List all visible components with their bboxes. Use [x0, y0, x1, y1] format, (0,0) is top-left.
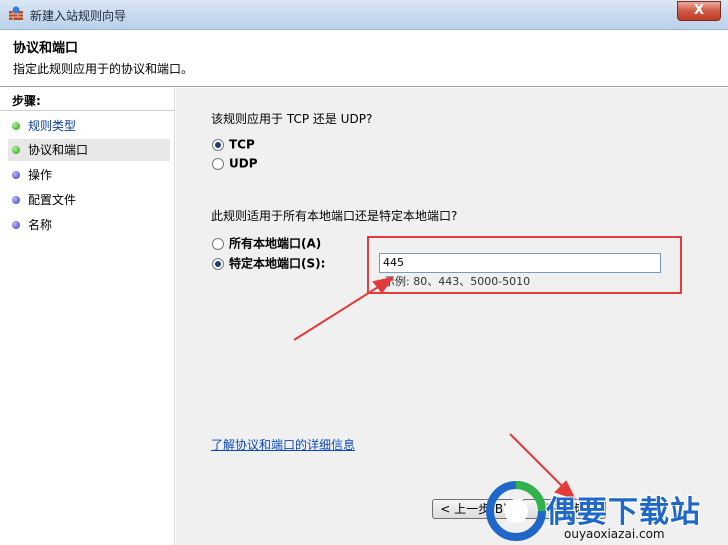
radio-indicator[interactable] — [212, 157, 224, 170]
step-profile: 配置文件 — [8, 189, 170, 211]
watermark: 偶要下载站 ouyaoxiazai.com — [486, 479, 728, 545]
page-header: 协议和端口 指定此规则应用于的协议和端口。 — [0, 30, 728, 87]
radio-indicator[interactable] — [212, 237, 224, 250]
radio-tcp[interactable]: TCP — [212, 135, 255, 153]
close-button[interactable]: X — [677, 1, 721, 21]
radio-label: 特定本地端口(S): — [229, 256, 326, 271]
radio-specific-ports[interactable]: 特定本地端口(S): — [212, 254, 325, 272]
page-subtitle: 指定此规则应用于的协议和端口。 — [13, 62, 194, 76]
step-label: 操作 — [28, 168, 53, 182]
step-label: 协议和端口 — [28, 143, 89, 157]
divider — [0, 110, 175, 111]
watermark-url: ouyaoxiazai.com — [564, 527, 665, 541]
radio-udp[interactable]: UDP — [212, 154, 258, 172]
step-name: 名称 — [8, 214, 170, 236]
blue-dot-icon — [12, 171, 20, 179]
green-dot-icon — [12, 146, 20, 154]
steps-panel: 步骤: 规则类型 协议和端口 操作 配置文件 名称 — [0, 88, 175, 545]
radio-label: UDP — [229, 156, 258, 171]
main-panel: 该规则应用于 TCP 还是 UDP? TCP UDP 此规则适用于所有本地端口还… — [176, 88, 728, 545]
annotation-highlight-box — [367, 236, 682, 294]
radio-indicator[interactable] — [212, 138, 224, 151]
protocol-question: 该规则应用于 TCP 还是 UDP? — [211, 112, 373, 126]
watermark-brand: 偶要下载站 — [546, 495, 701, 530]
radio-all-ports[interactable]: 所有本地端口(A) — [212, 234, 321, 252]
radio-label: TCP — [229, 137, 255, 152]
watermark-logo-icon — [486, 481, 546, 541]
blue-dot-icon — [12, 221, 20, 229]
blue-dot-icon — [12, 196, 20, 204]
firewall-icon — [9, 6, 23, 20]
ports-question: 此规则适用于所有本地端口还是特定本地端口? — [211, 209, 458, 223]
window-title: 新建入站规则向导 — [30, 9, 127, 23]
steps-heading: 步骤: — [12, 94, 41, 108]
step-action: 操作 — [8, 164, 170, 186]
radio-label: 所有本地端口(A) — [229, 236, 322, 251]
step-label: 名称 — [28, 218, 53, 232]
title-bar: 新建入站规则向导 X — [0, 0, 728, 30]
page-title: 协议和端口 — [13, 41, 79, 56]
step-rule-type[interactable]: 规则类型 — [8, 115, 170, 137]
radio-indicator[interactable] — [212, 257, 224, 270]
green-dot-icon — [12, 122, 20, 130]
step-protocol-ports[interactable]: 协议和端口 — [8, 139, 170, 161]
step-label: 规则类型 — [28, 119, 77, 133]
learn-more-link[interactable]: 了解协议和端口的详细信息 — [211, 436, 355, 453]
step-label: 配置文件 — [28, 193, 77, 207]
